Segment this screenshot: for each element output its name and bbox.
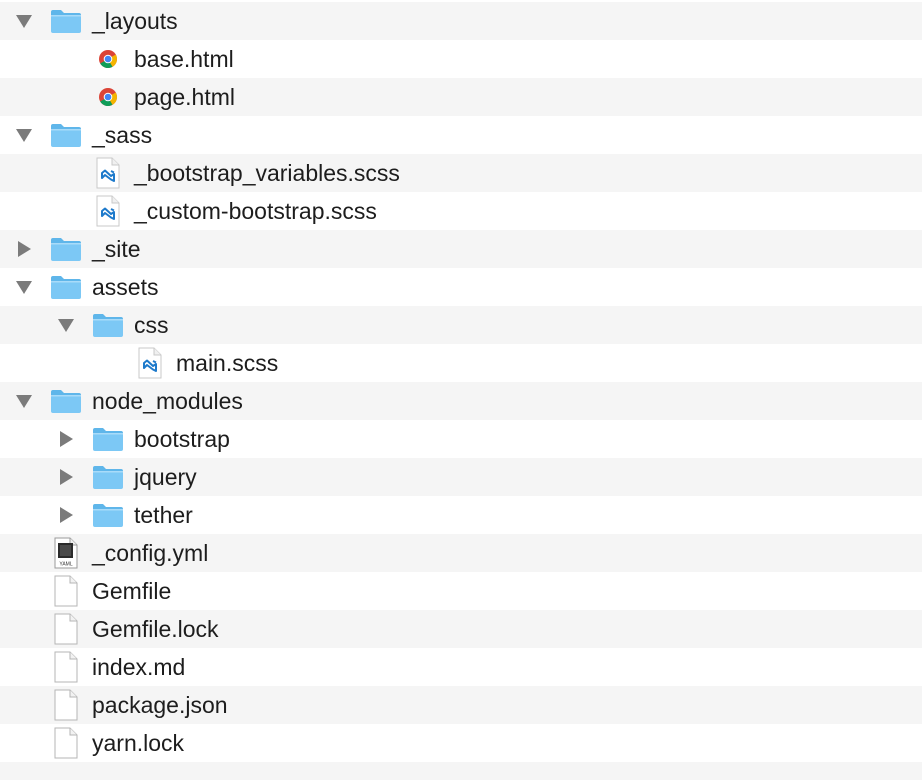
tree-row-gemfile[interactable]: Gemfile bbox=[0, 572, 922, 610]
tree-row-label: base.html bbox=[134, 46, 234, 72]
svg-text:YAML: YAML bbox=[59, 562, 72, 568]
chrome-icon bbox=[91, 40, 125, 78]
tree-row-site[interactable]: _site bbox=[0, 230, 922, 268]
tree-row-label: Gemfile.lock bbox=[92, 616, 219, 642]
folder-icon bbox=[91, 458, 125, 496]
tree-row-label: main.scss bbox=[176, 350, 279, 376]
tree-row-label: _config.yml bbox=[92, 540, 209, 566]
tree-row-label: page.html bbox=[134, 84, 236, 110]
folder-icon bbox=[49, 230, 83, 268]
disclosure-expanded-icon[interactable] bbox=[14, 2, 34, 40]
disclosure-collapsed-icon[interactable] bbox=[56, 496, 76, 534]
folder-icon bbox=[91, 306, 125, 344]
tree-row-label: _custom-bootstrap.scss bbox=[134, 198, 377, 224]
tree-row-node-modules[interactable]: node_modules bbox=[0, 382, 922, 420]
tree-row-label: _layouts bbox=[92, 8, 178, 34]
disclosure-collapsed-icon[interactable] bbox=[56, 458, 76, 496]
document-icon bbox=[49, 724, 83, 762]
tree-row-sass[interactable]: _sass bbox=[0, 116, 922, 154]
disclosure-expanded-icon[interactable] bbox=[14, 116, 34, 154]
folder-icon bbox=[91, 496, 125, 534]
tree-row-label: assets bbox=[92, 274, 159, 300]
empty-row bbox=[0, 762, 922, 780]
tree-row-package-json[interactable]: package.json bbox=[0, 686, 922, 724]
tree-row-label: node_modules bbox=[92, 388, 243, 414]
tree-row-label: index.md bbox=[92, 654, 186, 680]
tree-row-custom-bootstrap-scss[interactable]: _custom-bootstrap.scss bbox=[0, 192, 922, 230]
tree-row-layouts[interactable]: _layouts bbox=[0, 2, 922, 40]
tree-row-label: _site bbox=[92, 236, 141, 262]
tree-row-tether[interactable]: tether bbox=[0, 496, 922, 534]
disclosure-expanded-icon[interactable] bbox=[14, 382, 34, 420]
file-tree: _layouts base.html page.html _sass _boot… bbox=[0, 0, 922, 780]
tree-row-label: bootstrap bbox=[134, 426, 230, 452]
disclosure-collapsed-icon[interactable] bbox=[14, 230, 34, 268]
folder-icon bbox=[49, 268, 83, 306]
document-icon bbox=[49, 686, 83, 724]
document-icon bbox=[49, 610, 83, 648]
yaml-file-icon: YAML bbox=[49, 534, 83, 572]
tree-row-label: jquery bbox=[134, 464, 197, 490]
document-icon bbox=[49, 648, 83, 686]
tree-row-config-yml[interactable]: YAML _config.yml bbox=[0, 534, 922, 572]
tree-row-label: _sass bbox=[92, 122, 153, 148]
folder-icon bbox=[49, 2, 83, 40]
tree-row-main-scss[interactable]: main.scss bbox=[0, 344, 922, 382]
tree-row-label: package.json bbox=[92, 692, 228, 718]
disclosure-expanded-icon[interactable] bbox=[14, 268, 34, 306]
tree-row-bootstrap-variables-scss[interactable]: _bootstrap_variables.scss bbox=[0, 154, 922, 192]
tree-row-label: _bootstrap_variables.scss bbox=[134, 160, 400, 186]
tree-row-label: tether bbox=[134, 502, 193, 528]
disclosure-collapsed-icon[interactable] bbox=[56, 420, 76, 458]
document-icon bbox=[49, 572, 83, 610]
tree-row-page-html[interactable]: page.html bbox=[0, 78, 922, 116]
vscode-icon bbox=[91, 192, 125, 230]
chrome-icon bbox=[91, 78, 125, 116]
tree-row-base-html[interactable]: base.html bbox=[0, 40, 922, 78]
tree-row-yarn-lock[interactable]: yarn.lock bbox=[0, 724, 922, 762]
vscode-icon bbox=[91, 154, 125, 192]
tree-row-label: yarn.lock bbox=[92, 730, 185, 756]
vscode-icon bbox=[133, 344, 167, 382]
folder-icon bbox=[49, 116, 83, 154]
tree-row-gemfile-lock[interactable]: Gemfile.lock bbox=[0, 610, 922, 648]
folder-icon bbox=[49, 382, 83, 420]
tree-row-css[interactable]: css bbox=[0, 306, 922, 344]
tree-row-index-md[interactable]: index.md bbox=[0, 648, 922, 686]
tree-row-label: Gemfile bbox=[92, 578, 172, 604]
folder-icon bbox=[91, 420, 125, 458]
tree-row-assets[interactable]: assets bbox=[0, 268, 922, 306]
tree-row-jquery[interactable]: jquery bbox=[0, 458, 922, 496]
disclosure-expanded-icon[interactable] bbox=[56, 306, 76, 344]
tree-row-bootstrap[interactable]: bootstrap bbox=[0, 420, 922, 458]
tree-row-label: css bbox=[134, 312, 169, 338]
